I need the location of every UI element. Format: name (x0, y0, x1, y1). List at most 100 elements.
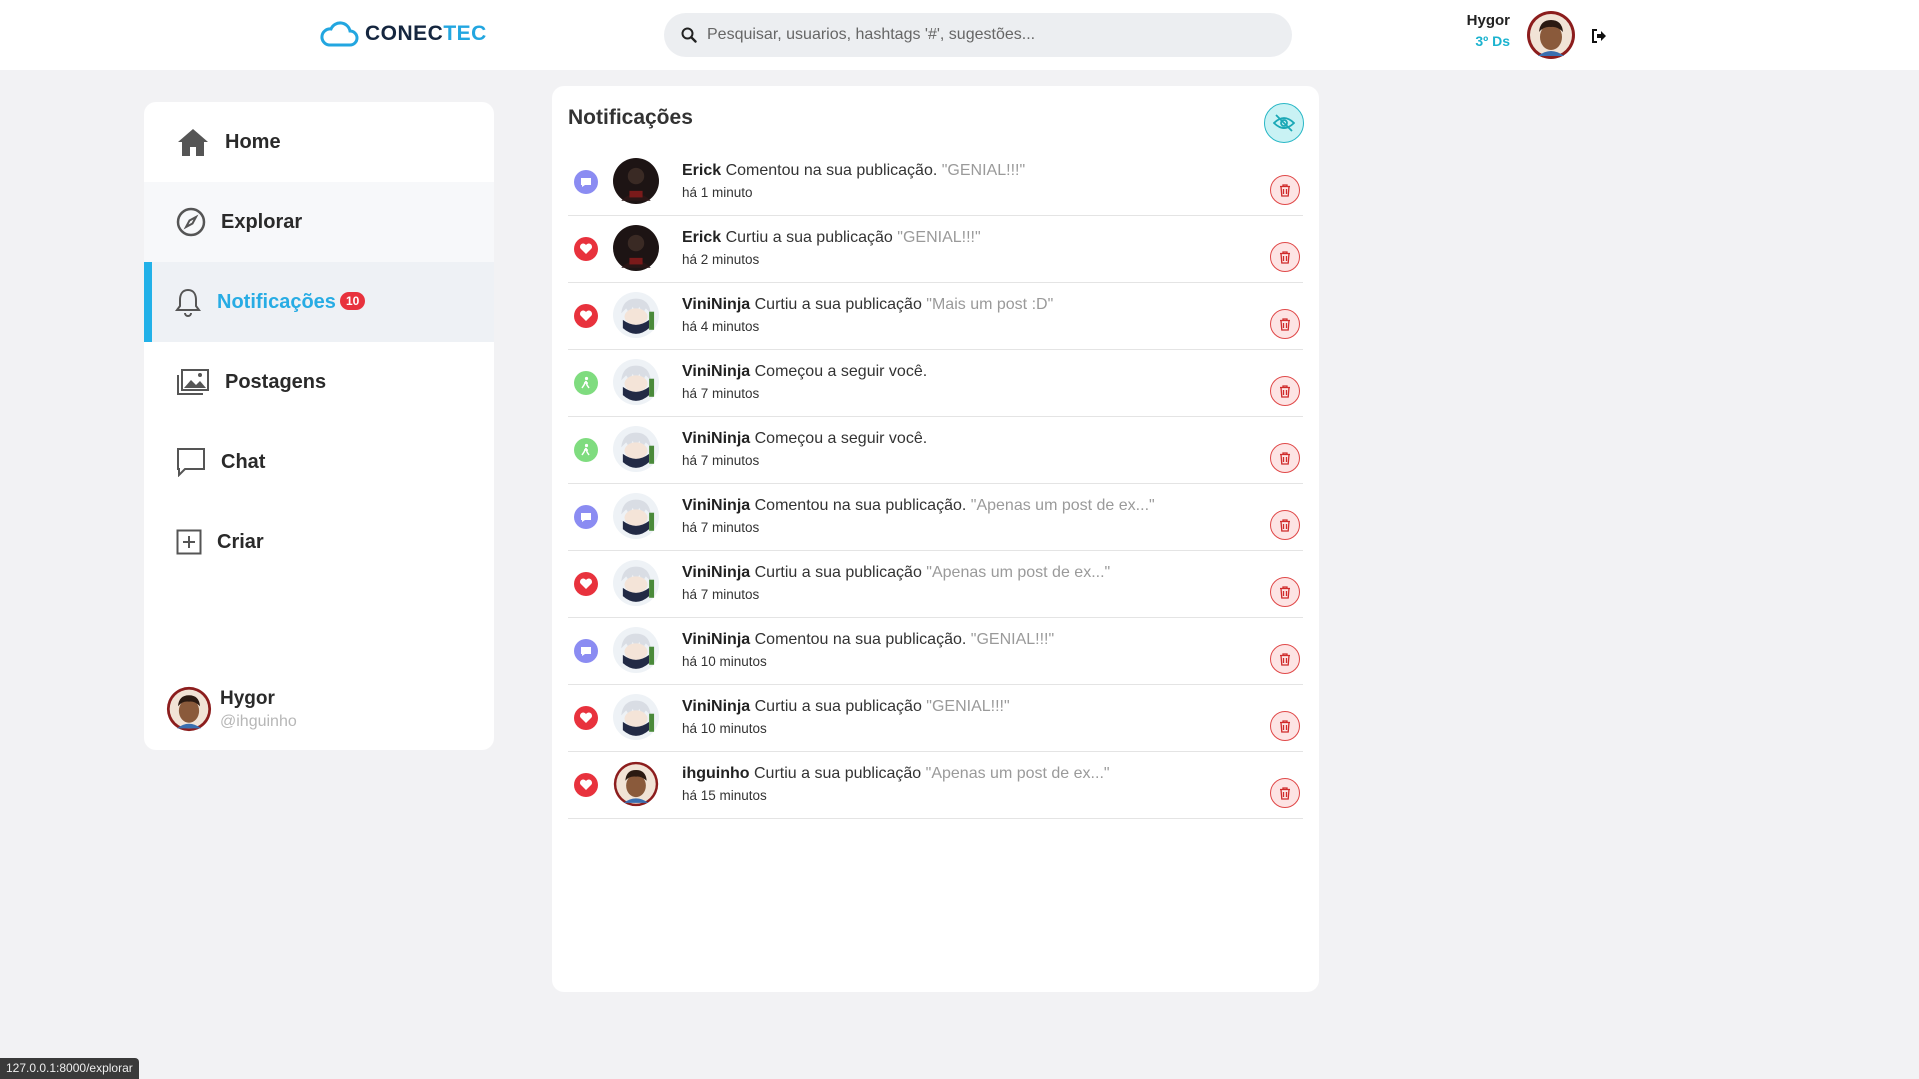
notification-item[interactable]: ihguinho Curtiu a sua publicação "Apenas… (568, 753, 1303, 819)
avatar[interactable] (613, 225, 659, 276)
search-bar[interactable] (664, 13, 1292, 57)
notification-count-badge: 10 (339, 291, 366, 310)
notification-action: Começou a seguir você. (754, 430, 928, 447)
notification-quote: "Mais um post :D" (926, 296, 1054, 313)
cloud-icon (320, 21, 359, 47)
notification-time: há 7 minutos (682, 386, 760, 401)
page-title: Notificações (568, 106, 693, 129)
notification-text: ViniNinja Comentou na sua publicação. "G… (682, 631, 1054, 649)
notification-action: Começou a seguir você. (754, 363, 928, 380)
notification-user[interactable]: ViniNinja (682, 296, 750, 313)
avatar[interactable] (613, 560, 659, 611)
avatar[interactable] (613, 493, 659, 544)
notification-user[interactable]: ViniNinja (682, 363, 750, 380)
notification-time: há 7 minutos (682, 520, 760, 535)
header-user-class: 3º Ds (1475, 33, 1510, 49)
logo[interactable]: CONECTEC (319, 20, 487, 48)
header-user-info: Hygor 3º Ds (1460, 12, 1510, 49)
delete-notification-button[interactable] (1270, 510, 1300, 540)
sidebar-item-label: Explorar (221, 210, 303, 233)
heart-icon (574, 304, 598, 328)
sidebar-item-label: Criar (217, 530, 264, 553)
avatar[interactable] (613, 426, 659, 477)
search-icon (681, 27, 697, 43)
heart-icon (574, 237, 598, 261)
notification-item[interactable]: ViniNinja Curtiu a sua publicação "Mais … (568, 284, 1303, 350)
notifications-panel: Notificações Erick Comentou na sua publi… (552, 86, 1319, 992)
delete-notification-button[interactable] (1270, 309, 1300, 339)
notification-text: ViniNinja Comentou na sua publicação. "A… (682, 497, 1155, 515)
eye-slash-icon (1273, 114, 1295, 132)
notification-user[interactable]: ViniNinja (682, 430, 750, 447)
avatar (166, 686, 212, 732)
notification-text: ViniNinja Começou a seguir você. (682, 430, 927, 448)
notification-user[interactable]: ihguinho (682, 765, 750, 782)
home-icon (178, 129, 208, 156)
comment-icon (574, 170, 598, 194)
header-avatar[interactable] (1526, 10, 1576, 65)
notification-item[interactable]: ViniNinja Comentou na sua publicação. "G… (568, 619, 1303, 685)
delete-notification-button[interactable] (1270, 711, 1300, 741)
notification-item[interactable]: ViniNinja Comentou na sua publicação. "A… (568, 485, 1303, 551)
delete-notification-button[interactable] (1270, 376, 1300, 406)
person-walk-icon (574, 371, 598, 395)
heart-icon (574, 572, 598, 596)
delete-notification-button[interactable] (1270, 644, 1300, 674)
logout-icon[interactable] (1591, 28, 1607, 44)
delete-notification-button[interactable] (1270, 778, 1300, 808)
notification-item[interactable]: ViniNinja Começou a seguir você. há 7 mi… (568, 351, 1303, 417)
notification-item[interactable]: Erick Curtiu a sua publicação "GENIAL!!!… (568, 217, 1303, 283)
notification-quote: "GENIAL!!!" (941, 162, 1026, 179)
notification-quote: "Apenas um post de ex..." (970, 497, 1155, 514)
notification-item[interactable]: ViniNinja Curtiu a sua publicação "GENIA… (568, 686, 1303, 752)
notification-quote: "Apenas um post de ex..." (926, 564, 1111, 581)
avatar[interactable] (613, 359, 659, 410)
trash-icon (1280, 318, 1290, 331)
notification-text: ViniNinja Curtiu a sua publicação "Apena… (682, 564, 1110, 582)
notification-time: há 10 minutos (682, 654, 767, 669)
notification-time: há 1 minuto (682, 185, 753, 200)
sidebar-item-explorar[interactable]: Explorar (144, 182, 494, 262)
notification-item[interactable]: Erick Comentou na sua publicação. "GENIA… (568, 150, 1303, 216)
delete-notification-button[interactable] (1270, 175, 1300, 205)
notification-action: Curtiu a sua publicação (754, 564, 922, 581)
notification-time: há 10 minutos (682, 721, 767, 736)
notification-user[interactable]: ViniNinja (682, 564, 750, 581)
sidebar-item-postagens[interactable]: Postagens (144, 342, 494, 422)
delete-notification-button[interactable] (1270, 242, 1300, 272)
notification-user[interactable]: Erick (682, 229, 721, 246)
avatar[interactable] (613, 158, 659, 209)
comment-icon (574, 639, 598, 663)
avatar[interactable] (613, 694, 659, 745)
notification-action: Comentou na sua publicação. (754, 631, 967, 648)
sidebar-user-name: Hygor (220, 687, 275, 709)
trash-icon (1280, 586, 1290, 599)
notification-user[interactable]: Erick (682, 162, 721, 179)
notification-user[interactable]: ViniNinja (682, 497, 750, 514)
notification-action: Curtiu a sua publicação (725, 229, 893, 246)
top-header: CONECTEC Hygor 3º Ds (0, 0, 1919, 70)
notification-user[interactable]: ViniNinja (682, 631, 750, 648)
delete-notification-button[interactable] (1270, 443, 1300, 473)
avatar[interactable] (613, 761, 659, 812)
sidebar-user-profile[interactable]: Hygor @ihguinho (166, 686, 297, 732)
avatar[interactable] (613, 292, 659, 343)
avatar[interactable] (613, 627, 659, 678)
notification-item[interactable]: ViniNinja Começou a seguir você. há 7 mi… (568, 418, 1303, 484)
notification-item[interactable]: ViniNinja Curtiu a sua publicação "Apena… (568, 552, 1303, 618)
notification-quote: "Apenas um post de ex..." (925, 765, 1110, 782)
chat-icon (177, 448, 205, 477)
search-input[interactable] (705, 25, 1269, 45)
hide-notifications-button[interactable] (1264, 103, 1304, 143)
notification-user[interactable]: ViniNinja (682, 698, 750, 715)
bell-icon (175, 288, 201, 317)
notification-action: Curtiu a sua publicação (753, 765, 922, 782)
images-icon (177, 369, 209, 395)
sidebar-item-criar[interactable]: Criar (144, 502, 494, 582)
trash-icon (1280, 653, 1290, 666)
sidebar-item-label: Postagens (225, 370, 327, 393)
sidebar-item-chat[interactable]: Chat (144, 422, 494, 502)
sidebar-item-notificacoes[interactable]: Notificações 10 (144, 262, 494, 342)
sidebar-item-home[interactable]: Home (144, 102, 494, 182)
delete-notification-button[interactable] (1270, 577, 1300, 607)
